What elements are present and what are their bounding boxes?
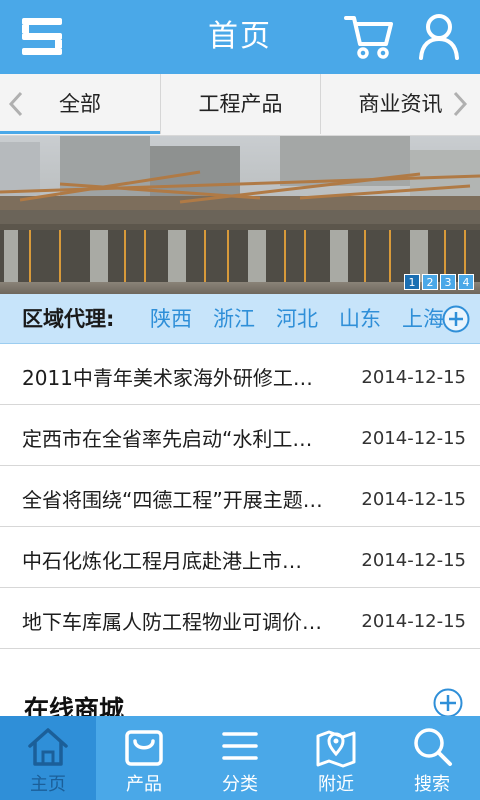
cart-icon	[344, 16, 393, 59]
nav-categories[interactable]: 分类	[192, 716, 288, 800]
news-title: 全省将围绕“四德工程”开展主题…	[22, 488, 323, 512]
region-zhejiang[interactable]: 浙江	[213, 294, 255, 343]
news-item[interactable]: 定西市在全省率先启动“水利工… 2014-12-15	[0, 405, 480, 466]
more-regions-plus-icon[interactable]	[442, 305, 470, 333]
nav-home[interactable]: 主页	[0, 716, 96, 800]
news-title: 地下车库属人防工程物业可调价…	[22, 610, 322, 634]
region-shandong[interactable]: 山东	[339, 294, 381, 343]
region-shanghai[interactable]: 上海	[402, 294, 444, 343]
list-icon	[222, 732, 258, 760]
tab-engineering-products[interactable]: 工程产品	[160, 74, 320, 134]
nav-home-label: 主页	[30, 774, 66, 795]
carousel-dot-3[interactable]: 3	[440, 274, 456, 290]
news-item[interactable]: 地下车库属人防工程物业可调价… 2014-12-15	[0, 588, 480, 649]
user-button[interactable]	[418, 12, 460, 60]
nav-products[interactable]: 产品	[96, 716, 192, 800]
cart-button[interactable]	[344, 12, 394, 60]
map-pin-icon	[316, 730, 356, 768]
category-tabs: 全部 工程产品 商业资讯	[0, 74, 480, 136]
nav-search-label: 搜索	[414, 774, 450, 795]
nav-nearby[interactable]: 附近	[288, 716, 384, 800]
region-shaanxi[interactable]: 陕西	[150, 294, 192, 343]
news-date: 2014-12-15	[361, 489, 466, 510]
news-item[interactable]: 2011中青年美术家海外研修工… 2014-12-15	[0, 344, 480, 405]
construction-site-image	[0, 136, 480, 294]
tab-all[interactable]: 全部	[0, 74, 160, 134]
chevron-right-icon[interactable]	[452, 91, 468, 117]
news-date: 2014-12-15	[361, 367, 466, 388]
carousel-dot-2[interactable]: 2	[422, 274, 438, 290]
region-hebei[interactable]: 河北	[276, 294, 318, 343]
news-title: 2011中青年美术家海外研修工…	[22, 366, 313, 390]
nav-categories-label: 分类	[222, 774, 258, 795]
region-agent-label: 区域代理:	[22, 307, 115, 331]
news-date: 2014-12-15	[361, 611, 466, 632]
search-icon	[414, 728, 452, 766]
news-date: 2014-12-15	[361, 428, 466, 449]
page-title: 首页	[208, 19, 272, 54]
region-agent-bar: 区域代理: 陕西 浙江 河北 山东 上海	[0, 294, 480, 344]
bottom-navigation: 主页 产品 分类 附近 搜索	[0, 716, 480, 800]
news-title: 定西市在全省率先启动“水利工…	[22, 427, 313, 451]
user-icon	[419, 14, 459, 60]
news-date: 2014-12-15	[361, 550, 466, 571]
top-app-bar: 首页	[0, 0, 480, 74]
banner-carousel[interactable]: 1 2 3 4	[0, 136, 480, 294]
carousel-dot-4[interactable]: 4	[458, 274, 474, 290]
news-item[interactable]: 全省将围绕“四德工程”开展主题… 2014-12-15	[0, 466, 480, 527]
nav-products-label: 产品	[126, 774, 162, 795]
news-item[interactable]: 中石化炼化工程月底赴港上市… 2014-12-15	[0, 527, 480, 588]
nav-nearby-label: 附近	[318, 774, 354, 795]
news-list: 2011中青年美术家海外研修工… 2014-12-15 定西市在全省率先启动“水…	[0, 344, 480, 649]
home-icon	[28, 728, 68, 766]
carousel-pagination: 1 2 3 4	[404, 274, 474, 290]
bag-icon	[125, 730, 163, 766]
carousel-dot-1[interactable]: 1	[404, 274, 420, 290]
nav-search[interactable]: 搜索	[384, 716, 480, 800]
section-more-plus-icon[interactable]	[433, 688, 463, 718]
news-title: 中石化炼化工程月底赴港上市…	[22, 549, 302, 573]
